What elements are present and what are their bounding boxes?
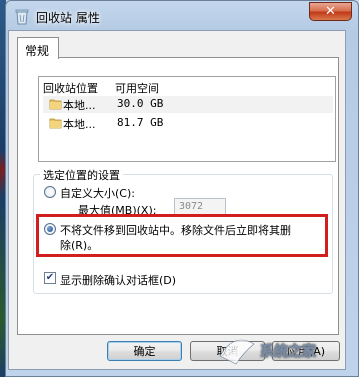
title-bar[interactable]: 回收站 属性 ✕ bbox=[6, 1, 358, 31]
settings-group-title: 选定位置的设置 bbox=[40, 167, 123, 183]
tab-general[interactable]: 常规 bbox=[17, 37, 59, 59]
window-title: 回收站 属性 bbox=[36, 11, 100, 25]
location-name: 本地... bbox=[63, 99, 96, 112]
location-name: 本地... bbox=[63, 118, 96, 131]
custom-size-label[interactable]: 自定义大小(C): bbox=[60, 185, 135, 201]
no-recycle-label-line2[interactable]: 除(R)。 bbox=[60, 237, 98, 253]
checkmark-icon: ✔ bbox=[45, 272, 55, 283]
no-recycle-label-line1[interactable]: 不将文件移到回收站中。移除文件后立即将其删 bbox=[60, 222, 291, 238]
recycle-bin-icon bbox=[14, 8, 30, 25]
list-item[interactable]: 本地... 81.7 GB bbox=[43, 115, 333, 132]
custom-size-radio[interactable] bbox=[44, 186, 56, 198]
drive-folder-icon bbox=[49, 97, 62, 110]
close-icon: ✕ bbox=[325, 4, 336, 19]
watermark-text: 系统之家 bbox=[260, 343, 317, 360]
ok-button[interactable]: 确定 bbox=[107, 341, 182, 361]
drive-folder-icon bbox=[49, 116, 62, 129]
list-item[interactable]: 本地... 30.0 GB bbox=[43, 96, 333, 113]
close-button[interactable]: ✕ bbox=[309, 2, 352, 21]
confirm-delete-label[interactable]: 显示删除确认对话框(D) bbox=[60, 272, 176, 288]
column-header-location[interactable]: 回收站位置 bbox=[43, 80, 98, 96]
column-header-free-space[interactable]: 可用空间 bbox=[115, 80, 159, 96]
confirm-delete-checkbox[interactable]: ✔ bbox=[44, 272, 56, 284]
location-list[interactable]: 回收站位置 可用空间 本地... 30.0 GB 本地... 81.7 GB bbox=[38, 76, 336, 162]
free-space-value: 30.0 GB bbox=[117, 97, 164, 110]
no-recycle-radio[interactable] bbox=[44, 223, 56, 235]
free-space-value: 81.7 GB bbox=[117, 116, 164, 129]
watermark-logo: 系统之家 bbox=[214, 326, 354, 374]
